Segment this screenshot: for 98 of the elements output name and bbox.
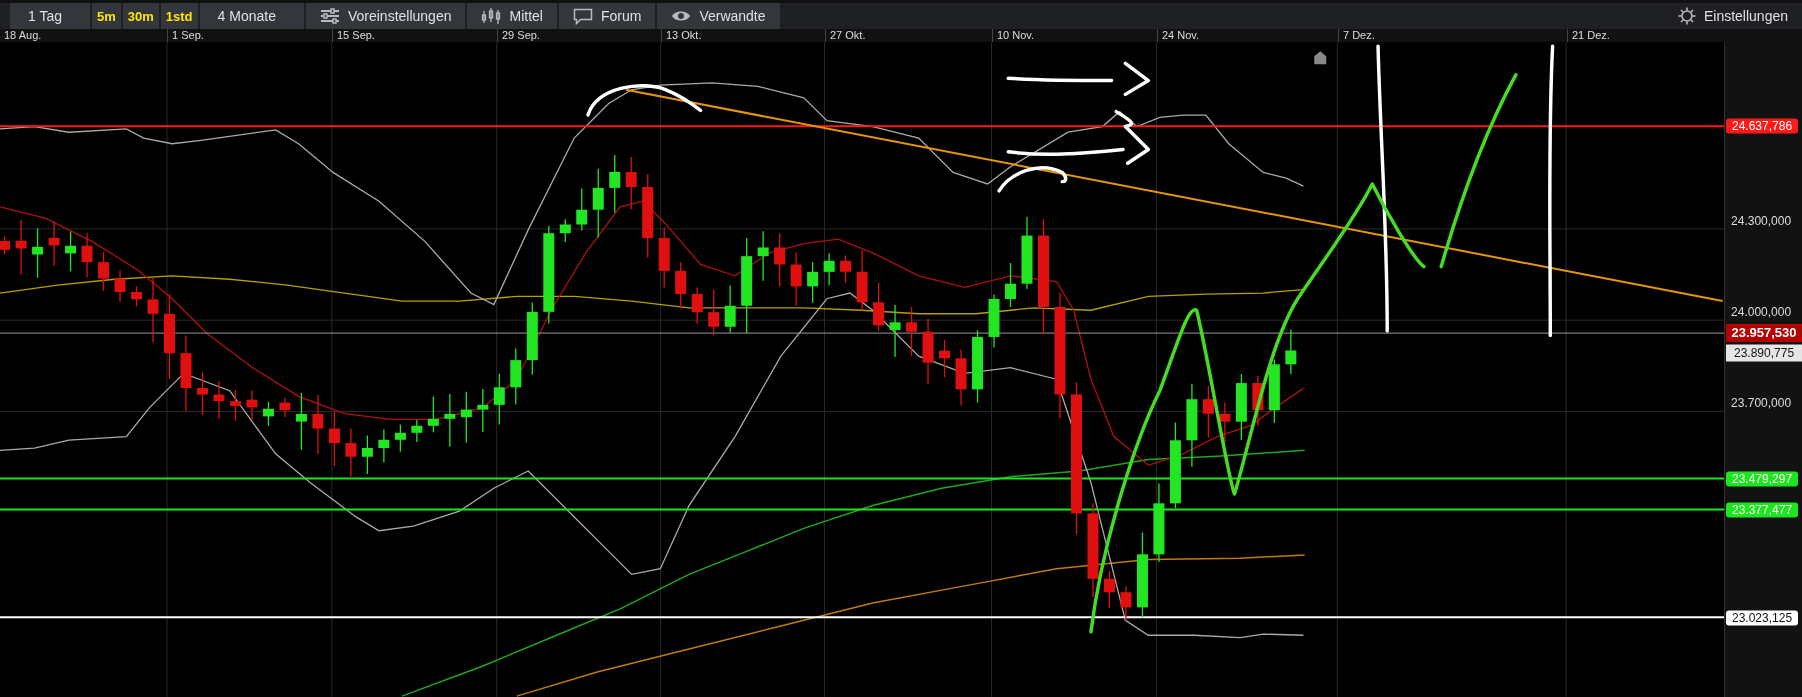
candle — [757, 230, 769, 282]
interval-button[interactable]: 1std — [160, 3, 198, 29]
date-label: 24 Nov. — [1162, 29, 1200, 41]
candle — [493, 373, 505, 426]
candle — [279, 397, 291, 418]
candle — [955, 348, 967, 407]
indicators-button[interactable]: Mittel — [467, 3, 557, 29]
candle — [262, 401, 274, 427]
candle — [460, 391, 472, 444]
eye-icon — [671, 9, 692, 23]
candle — [98, 251, 110, 292]
candle — [65, 230, 77, 272]
candle — [328, 411, 340, 467]
date-label: 1 Sep. — [172, 29, 204, 41]
price-axis-label: 24.300,000 — [1731, 213, 1792, 228]
candle — [1202, 385, 1214, 439]
forum-button[interactable]: Forum — [558, 3, 656, 29]
candle — [197, 371, 208, 416]
candle — [394, 423, 406, 453]
date-label: 7 Dez. — [1343, 29, 1375, 41]
candle — [1235, 373, 1247, 441]
candle — [988, 293, 1000, 349]
candle — [510, 347, 522, 406]
candle — [823, 252, 835, 287]
candle — [1103, 570, 1115, 609]
candle — [609, 154, 621, 214]
period-button[interactable]: 1 Tag — [10, 3, 90, 29]
candle — [114, 269, 126, 303]
candle — [32, 227, 44, 279]
candle — [131, 285, 142, 307]
candle — [147, 276, 159, 344]
candle — [1252, 375, 1264, 427]
candle — [922, 318, 934, 385]
date-label: 13 Okt. — [666, 29, 702, 41]
last-price-tag: 23.957,530 — [1726, 324, 1802, 343]
interval-button[interactable]: 5m — [92, 3, 121, 29]
candle — [1219, 401, 1231, 444]
candle — [790, 251, 802, 307]
date-label: 15 Sep. — [337, 29, 375, 41]
candle — [939, 339, 951, 378]
candle — [213, 380, 225, 420]
candle — [691, 286, 703, 325]
speech-bubble-icon — [572, 7, 593, 25]
candle — [889, 304, 901, 358]
candle — [361, 434, 373, 475]
marker-icon — [1314, 51, 1327, 65]
candle — [411, 419, 423, 443]
candle — [774, 232, 786, 287]
date-label: 21 Dez. — [1572, 29, 1610, 41]
candle — [444, 393, 456, 448]
price-level-tag: 24.637,786 — [1726, 118, 1799, 134]
date-label: 27 Okt. — [830, 29, 866, 41]
candle — [625, 156, 637, 210]
candle — [576, 187, 588, 232]
candle — [592, 168, 604, 239]
candle — [427, 395, 439, 433]
candle — [559, 218, 571, 243]
candle — [345, 427, 357, 478]
date-label: 18 Aug. — [4, 29, 42, 41]
candle — [1005, 262, 1016, 308]
price-level-tag: 23.479,297 — [1726, 471, 1799, 487]
candle — [295, 392, 307, 451]
candle — [477, 388, 489, 433]
sliders-icon — [319, 8, 340, 24]
candle — [906, 306, 918, 357]
candle — [15, 219, 27, 276]
price-level-tag: 23.377,477 — [1726, 502, 1799, 518]
candle — [840, 254, 852, 284]
date-label: 29 Sep. — [502, 29, 540, 41]
candle — [246, 389, 258, 421]
candle — [724, 284, 736, 334]
quote-price-tag: 23.890,775 — [1726, 344, 1802, 362]
date-label: 10 Nov. — [997, 29, 1035, 41]
candle — [378, 428, 390, 464]
price-level-tag: 23.023,125 — [1726, 610, 1799, 625]
settings-button[interactable]: Einstellungen — [1663, 3, 1802, 29]
related-button[interactable]: Verwandte — [657, 3, 780, 29]
candle — [708, 289, 720, 336]
candle — [1268, 358, 1280, 424]
period-button[interactable]: 4 Monate — [199, 3, 304, 29]
price-axis-label: 24.000,000 — [1731, 305, 1792, 320]
candle — [856, 249, 868, 312]
candle — [675, 261, 687, 309]
candle — [81, 232, 93, 278]
interval-button[interactable]: 30m — [122, 3, 159, 29]
candle — [312, 394, 324, 455]
candle — [807, 261, 819, 304]
price-axis-label: 23.700,000 — [1731, 396, 1792, 411]
settings-icon — [1677, 7, 1696, 25]
candle — [1120, 585, 1132, 622]
candlestick-icon — [481, 7, 502, 25]
candle — [48, 220, 60, 267]
candle — [1285, 328, 1297, 375]
candle — [229, 389, 241, 422]
candle — [658, 226, 670, 289]
candle — [873, 282, 885, 332]
presets-button[interactable]: Voreinstellungen — [305, 3, 466, 29]
candle — [0, 235, 11, 255]
